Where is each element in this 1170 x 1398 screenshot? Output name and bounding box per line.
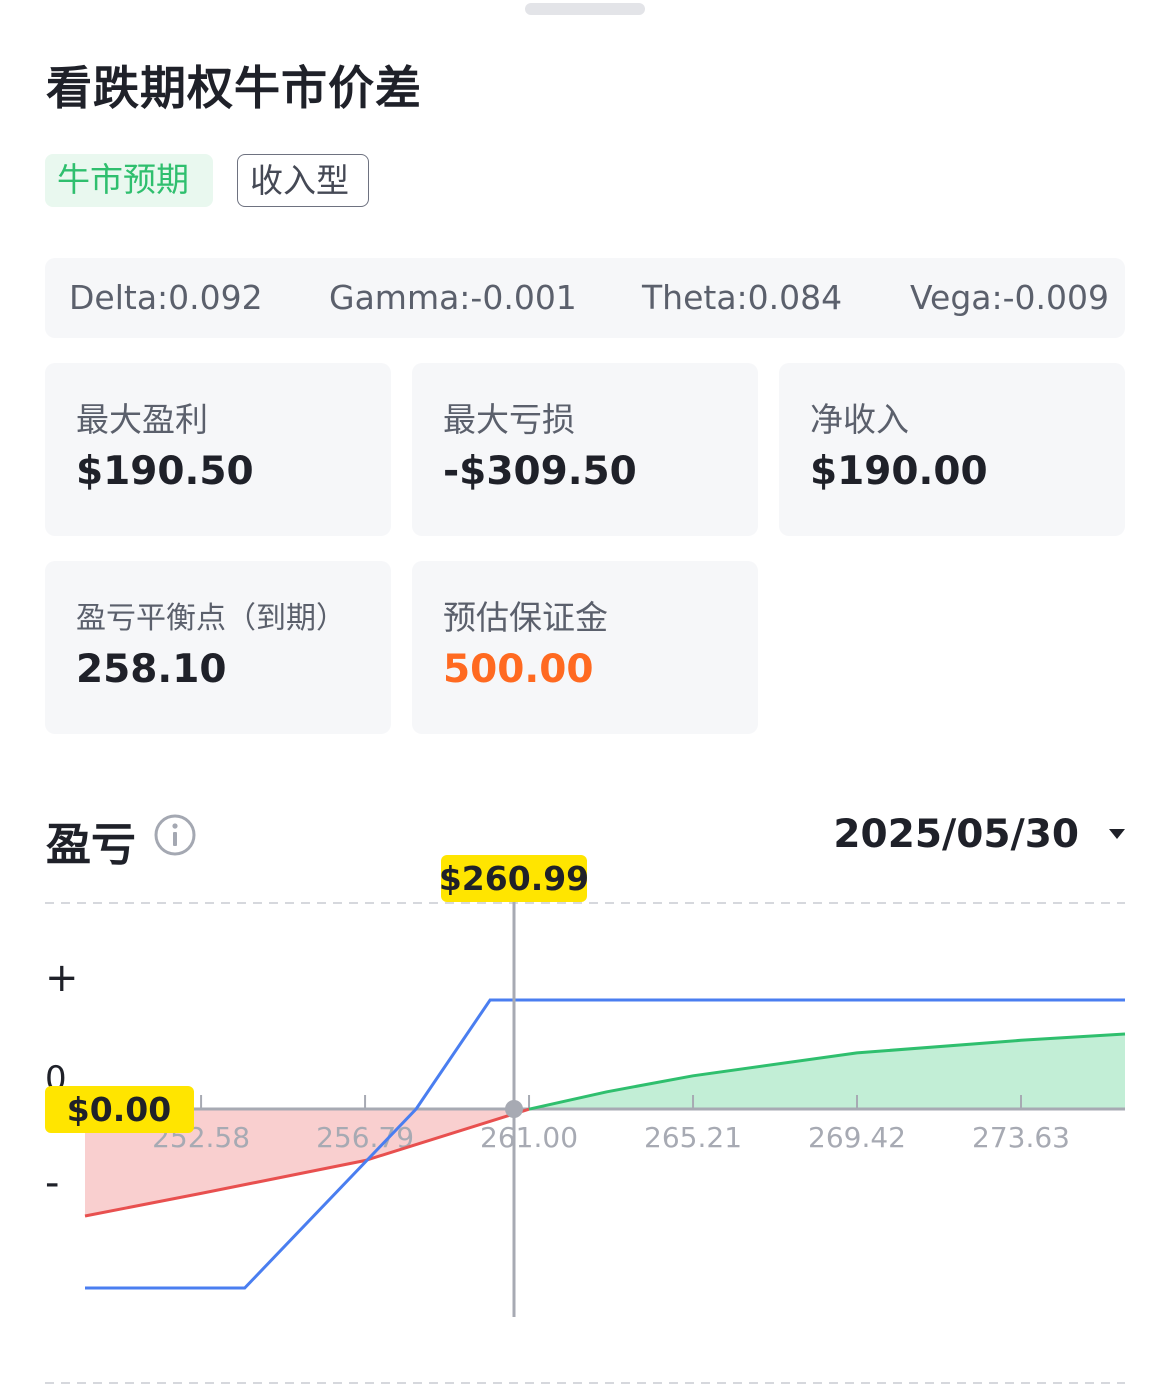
net-income-value: $190.00 bbox=[810, 449, 988, 494]
breakeven-label: 盈亏平衡点（到期） bbox=[76, 601, 346, 636]
greek-theta: Theta:0.084 bbox=[642, 278, 843, 317]
card-net-income: 净收入 $190.00 bbox=[779, 363, 1125, 536]
price-cursor-dot bbox=[505, 1100, 523, 1118]
profit-area bbox=[529, 1034, 1125, 1110]
x-tick-label: 273.63 bbox=[972, 1121, 1070, 1154]
pnl-marker-label: $0.00 bbox=[67, 1090, 171, 1129]
x-tick-label: 261.00 bbox=[480, 1121, 578, 1154]
drag-handle[interactable] bbox=[525, 3, 645, 15]
margin-label: 预估保证金 bbox=[443, 598, 608, 637]
greeks-bar: Delta:0.092 Gamma:-0.001 Theta:0.084 Veg… bbox=[45, 258, 1125, 338]
y-label-minus: - bbox=[45, 1160, 59, 1206]
y-label-plus: + bbox=[45, 955, 79, 1001]
margin-value: 500.00 bbox=[443, 647, 594, 692]
card-breakeven: 盈亏平衡点（到期） 258.10 bbox=[45, 561, 391, 734]
card-max-profit: 最大盈利 $190.50 bbox=[45, 363, 391, 536]
net-income-label: 净收入 bbox=[810, 400, 909, 439]
strategy-title: 看跌期权牛市价差 bbox=[46, 61, 422, 115]
price-marker-label: $260.99 bbox=[439, 859, 589, 898]
x-tick-label: 265.21 bbox=[644, 1121, 742, 1154]
greek-gamma: Gamma:-0.001 bbox=[329, 278, 577, 317]
x-tick-label: 269.42 bbox=[808, 1121, 906, 1154]
max-profit-value: $190.50 bbox=[76, 449, 254, 494]
max-profit-label: 最大盈利 bbox=[76, 400, 208, 439]
chevron-down-icon bbox=[1109, 829, 1125, 839]
breakeven-value: 258.10 bbox=[76, 647, 227, 692]
card-max-loss: 最大亏损 -$309.50 bbox=[412, 363, 758, 536]
tag-income: 收入型 bbox=[237, 154, 369, 207]
greek-delta: Delta:0.092 bbox=[69, 278, 263, 317]
max-loss-label: 最大亏损 bbox=[443, 400, 575, 439]
max-loss-value: -$309.50 bbox=[443, 449, 637, 494]
tag-bullish: 牛市预期 bbox=[45, 154, 213, 207]
card-margin: 预估保证金 500.00 bbox=[412, 561, 758, 734]
pnl-chart[interactable]: + 0 - 252.58 256.79 261.00 265.21 269.42 273.… bbox=[0, 850, 1170, 1398]
greek-vega: Vega:-0.009 bbox=[910, 278, 1109, 317]
